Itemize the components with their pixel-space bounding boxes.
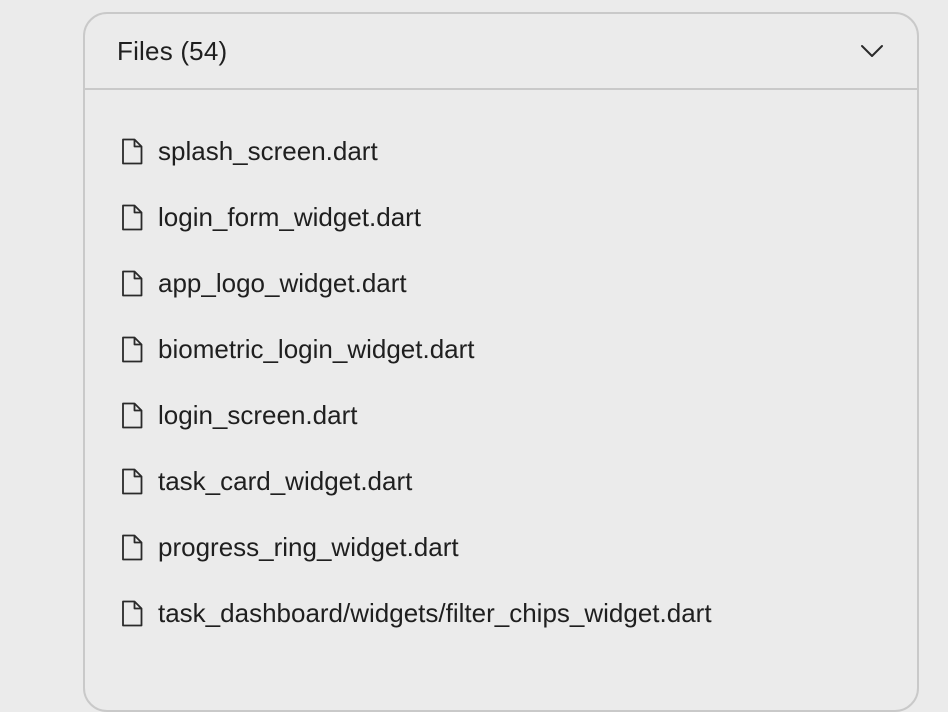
file-icon — [120, 467, 144, 495]
file-icon — [120, 335, 144, 363]
chevron-down-icon[interactable] — [859, 38, 885, 64]
file-list-item[interactable]: task_dashboard/widgets/filter_chips_widg… — [85, 580, 917, 646]
file-name: progress_ring_widget.dart — [158, 531, 459, 562]
file-name: app_logo_widget.dart — [158, 267, 407, 298]
file-list-item[interactable]: login_screen.dart — [85, 382, 917, 448]
files-panel: Files (54) splash_screen.dart login_form… — [83, 12, 919, 712]
file-icon — [120, 599, 144, 627]
file-name: task_card_widget.dart — [158, 465, 413, 496]
file-list-item[interactable]: app_logo_widget.dart — [85, 250, 917, 316]
file-list-item[interactable]: login_form_widget.dart — [85, 184, 917, 250]
file-icon — [120, 269, 144, 297]
file-name: login_form_widget.dart — [158, 201, 422, 232]
file-name: splash_screen.dart — [158, 135, 378, 166]
file-list-item[interactable]: progress_ring_widget.dart — [85, 514, 917, 580]
file-list-item[interactable]: splash_screen.dart — [85, 118, 917, 184]
file-icon — [120, 137, 144, 165]
files-panel-title: Files (54) — [117, 35, 228, 66]
file-icon — [120, 203, 144, 231]
file-list-item[interactable]: task_card_widget.dart — [85, 448, 917, 514]
file-name: task_dashboard/widgets/filter_chips_widg… — [158, 597, 712, 628]
file-icon — [120, 533, 144, 561]
file-icon — [120, 401, 144, 429]
file-list-item[interactable]: biometric_login_widget.dart — [85, 316, 917, 382]
file-list: splash_screen.dart login_form_widget.dar… — [85, 90, 917, 646]
file-name: login_screen.dart — [158, 399, 358, 430]
file-name: biometric_login_widget.dart — [158, 333, 475, 364]
files-panel-header[interactable]: Files (54) — [85, 14, 917, 90]
